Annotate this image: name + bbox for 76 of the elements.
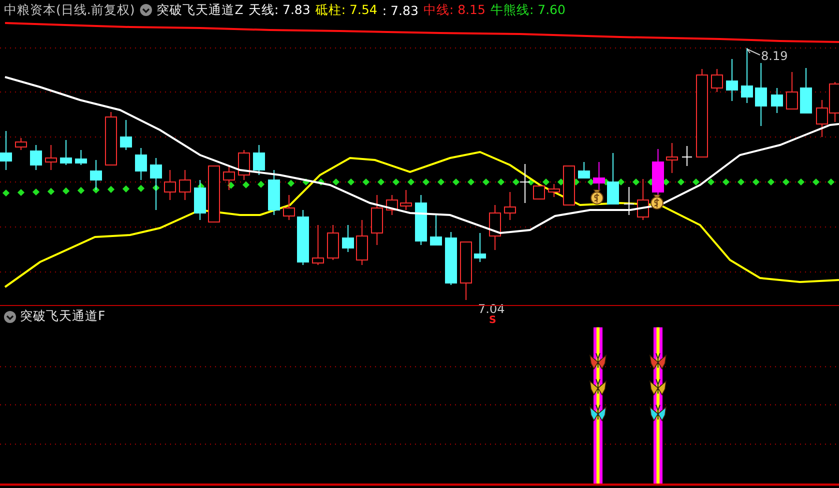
- candlestick: [179, 170, 191, 200]
- candlestick: [489, 204, 501, 250]
- candlestick: [711, 68, 723, 92]
- butterfly-icon: [649, 378, 667, 396]
- candlestick: [816, 100, 828, 138]
- candlestick: [238, 150, 250, 180]
- candlestick: [786, 72, 798, 110]
- candlestick: [548, 184, 560, 198]
- security-title: 中粮资本(日线.前复权): [4, 2, 135, 18]
- candlestick: [741, 48, 753, 104]
- candlestick: [533, 186, 545, 200]
- candlestick: [607, 152, 619, 204]
- candlestick: [283, 194, 295, 220]
- high-price-label: 8.19: [761, 50, 788, 62]
- candlestick: [30, 144, 42, 170]
- indicator-name: 突破飞天通道F: [20, 308, 106, 325]
- candlestick: [327, 224, 339, 260]
- candlestick: [504, 192, 516, 220]
- candlestick: [637, 178, 649, 220]
- candlestick: [460, 242, 472, 300]
- candlestick: [15, 138, 27, 150]
- money-bag-icon: [590, 190, 604, 204]
- candlestick: [682, 146, 692, 166]
- indicator-name: 突破飞天通道Z: [156, 2, 244, 18]
- candlestick: [253, 144, 265, 176]
- candlestick: [520, 164, 530, 204]
- indicator-reading: 牛熊线: 7.60: [490, 2, 566, 18]
- candlestick: [0, 130, 12, 170]
- butterfly-icon: [589, 352, 607, 370]
- candlestick: [90, 160, 102, 190]
- candlestick: [135, 148, 147, 180]
- candlestick: [105, 112, 117, 166]
- candlestick: [60, 140, 72, 166]
- indicator-reading: 天线: 7.83: [248, 2, 310, 18]
- money-bag-icon: [650, 194, 664, 210]
- candlestick: [45, 144, 57, 170]
- candlestick: [312, 224, 324, 266]
- butterfly-icon: [589, 378, 607, 396]
- candlestick: [223, 164, 235, 190]
- candlestick: [726, 58, 738, 102]
- candlestick: [800, 68, 812, 114]
- candlestick: [578, 162, 590, 178]
- candlestick: [371, 194, 383, 246]
- candlestick: [120, 120, 132, 150]
- signal-mark: S: [489, 315, 496, 327]
- candlestick: [342, 224, 354, 252]
- candlestick: [75, 150, 87, 166]
- candlestick: [652, 148, 664, 198]
- candlestick: [445, 232, 457, 286]
- candlestick: [386, 194, 398, 216]
- candlestick: [208, 166, 220, 222]
- candlestick: [297, 210, 309, 266]
- candlestick: [415, 194, 427, 246]
- dropdown-icon[interactable]: [4, 310, 16, 322]
- candlestick: [593, 162, 605, 190]
- candlestick: [356, 220, 368, 266]
- high-pointer-line: [746, 48, 760, 56]
- indicator-reading: 砥柱: 7.54: [315, 2, 378, 18]
- indicator-reading: 中线: 8.15: [423, 2, 486, 18]
- butterfly-icon: [649, 352, 667, 370]
- candlestick: [474, 232, 486, 262]
- butterfly-icon: [589, 404, 607, 422]
- candlestick: [563, 166, 575, 206]
- butterfly-icon: [649, 404, 667, 422]
- dropdown-icon[interactable]: [140, 4, 152, 16]
- candlestick: [150, 158, 162, 210]
- candlestick: [430, 214, 442, 246]
- candlestick: [194, 180, 206, 220]
- candlestick: [268, 170, 280, 216]
- indicator-reading: : 7.83: [382, 2, 418, 18]
- candlestick: [771, 88, 783, 114]
- candlestick: [755, 62, 767, 126]
- candlestick: [164, 170, 176, 200]
- candlestick: [624, 186, 634, 216]
- candlestick: [666, 142, 678, 174]
- candlestick: [400, 190, 412, 210]
